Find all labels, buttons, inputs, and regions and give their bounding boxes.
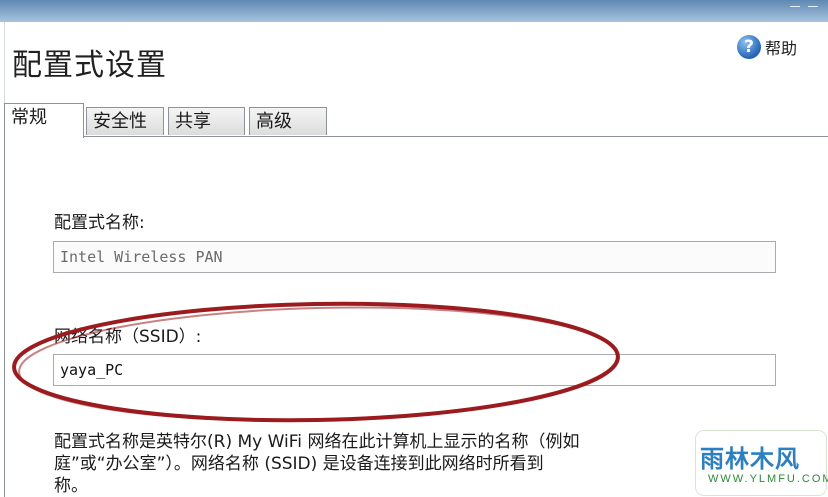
description-line: 称。 bbox=[54, 476, 88, 496]
help-icon: ? bbox=[737, 35, 761, 59]
profile-name-field[interactable]: Intel Wireless PAN bbox=[53, 241, 776, 273]
tab-security[interactable]: 安全性 bbox=[86, 107, 164, 135]
profile-description: 配置式名称是英特尔(R) My WiFi 网络在此计算机上显示的名称（例如 庭”… bbox=[54, 431, 774, 497]
tab-general[interactable]: 常规 bbox=[4, 103, 84, 138]
description-line: 庭”或“办公室”）。网络名称 (SSID) 是设备连接到此网络时所看到 bbox=[54, 454, 544, 474]
titlebar-control[interactable] bbox=[790, 6, 800, 7]
profile-name-label: 配置式名称: bbox=[54, 213, 145, 233]
window-titlebar bbox=[0, 0, 828, 23]
titlebar-control[interactable] bbox=[808, 6, 818, 7]
description-line: 配置式名称是英特尔(R) My WiFi 网络在此计算机上显示的名称（例如 bbox=[54, 432, 580, 452]
page-title: 配置式设置 bbox=[12, 48, 167, 83]
tab-advanced[interactable]: 高级 bbox=[249, 107, 327, 135]
watermark-domain: WWW.YLMFU.COM bbox=[708, 473, 828, 485]
ssid-input[interactable]: yaya_PC bbox=[53, 354, 776, 386]
ssid-label: 网络名称（SSID）: bbox=[54, 327, 202, 347]
watermark-logo: 雨林木风 WWW.YLMFU.COM bbox=[696, 431, 828, 495]
watermark-brand: 雨林木风 bbox=[700, 445, 800, 473]
help-link[interactable]: ? 帮助 bbox=[737, 35, 797, 59]
tab-sharing[interactable]: 共享 bbox=[168, 107, 245, 135]
help-label: 帮助 bbox=[765, 39, 798, 58]
tab-bar: 常规 安全性 共享 高级 bbox=[4, 103, 334, 138]
